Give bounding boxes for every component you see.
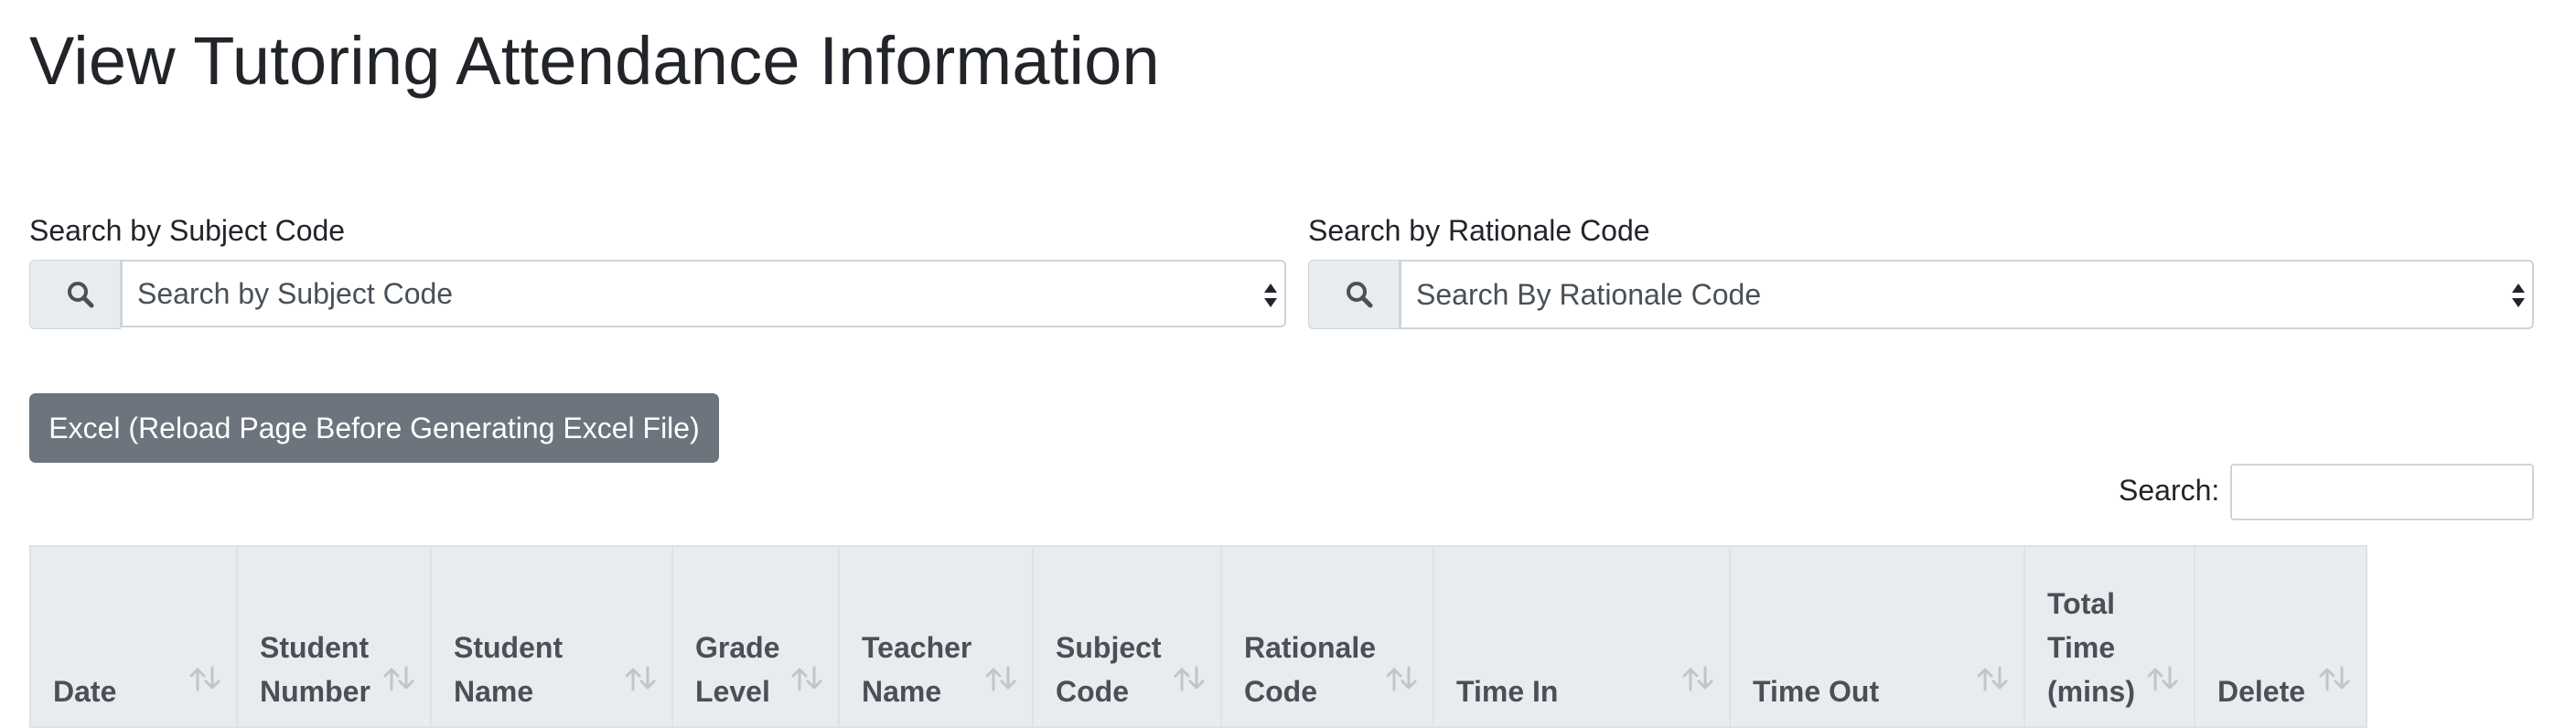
sort-arrows-icon: [383, 666, 414, 691]
rationale-code-select-placeholder: Search By Rationale Code: [1416, 278, 1762, 311]
select-arrows-icon: [2512, 284, 2525, 307]
subject-code-select-placeholder: Search by Subject Code: [137, 277, 454, 310]
table-header-row: Date Student Number Student Name Grade L…: [29, 545, 2367, 728]
search-icon: [29, 260, 121, 329]
column-header-subject-code[interactable]: Subject Code: [1032, 545, 1222, 728]
sort-arrows-icon: [1682, 666, 1713, 691]
subject-code-label: Search by Subject Code: [29, 214, 346, 247]
page-title: View Tutoring Attendance Information: [29, 23, 1160, 99]
column-header-rationale-code[interactable]: Rationale Code: [1220, 545, 1434, 728]
sort-arrows-icon: [985, 666, 1016, 691]
search-icon: [1308, 260, 1400, 329]
column-header-label: Time In: [1456, 675, 1559, 708]
table-search-label: Search:: [2119, 474, 2220, 507]
sort-arrows-icon: [791, 666, 822, 691]
rationale-code-input-group: Search By Rationale Code: [1308, 260, 2534, 329]
rationale-code-filter: Search by Rationale Code Search By Ratio…: [1308, 212, 2534, 329]
column-header-student-name[interactable]: Student Name: [430, 545, 673, 728]
column-header-student-number[interactable]: Student Number: [236, 545, 432, 728]
sort-arrows-icon: [2319, 666, 2350, 691]
column-header-label: Student Name: [454, 631, 564, 708]
column-header-teacher-name[interactable]: Teacher Name: [838, 545, 1034, 728]
attendance-table: Date Student Number Student Name Grade L…: [29, 545, 2367, 728]
sort-arrows-icon: [189, 666, 220, 691]
rationale-code-label: Search by Rationale Code: [1308, 214, 1650, 247]
rationale-code-select[interactable]: Search By Rationale Code: [1400, 260, 2534, 329]
column-header-grade-level[interactable]: Grade Level: [671, 545, 840, 728]
column-header-delete[interactable]: Delete: [2194, 545, 2367, 728]
sort-arrows-icon: [1174, 666, 1205, 691]
column-header-date[interactable]: Date: [29, 545, 238, 728]
column-header-label: Time Out: [1753, 675, 1880, 708]
sort-arrows-icon: [1386, 666, 1417, 691]
column-header-label: Total Time (mins): [2047, 587, 2135, 708]
sort-arrows-icon: [625, 666, 656, 691]
column-header-total-time[interactable]: Total Time (mins): [2023, 545, 2195, 728]
excel-export-button[interactable]: Excel (Reload Page Before Generating Exc…: [29, 393, 719, 463]
column-header-time-out[interactable]: Time Out: [1729, 545, 2025, 728]
sort-arrows-icon: [2147, 666, 2178, 691]
sort-arrows-icon: [1977, 666, 2008, 691]
table-search-input[interactable]: [2230, 464, 2534, 520]
select-arrows-icon: [1264, 284, 1277, 307]
subject-code-input-group: Search by Subject Code: [29, 260, 1286, 329]
subject-code-select[interactable]: Search by Subject Code: [121, 260, 1286, 327]
subject-code-filter: Search by Subject Code Search by Subject…: [29, 212, 1286, 329]
column-header-time-in[interactable]: Time In: [1433, 545, 1731, 728]
